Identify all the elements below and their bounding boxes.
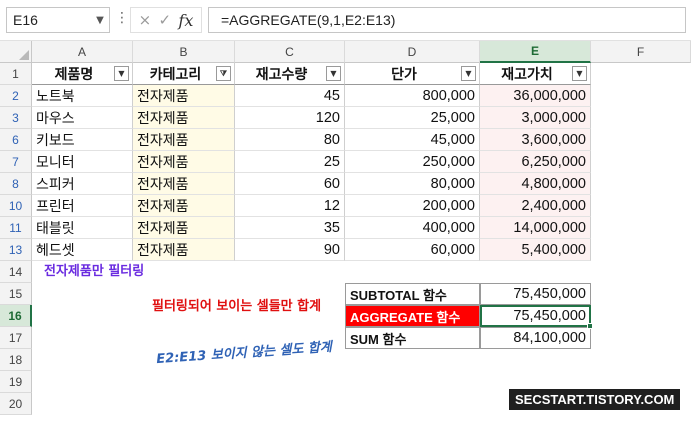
table-cell[interactable]: 90 xyxy=(235,239,345,261)
formula-bar: E16 ▼ ⋮ × ✓ fx =AGGREGATE(9,1,E2:E13) xyxy=(0,0,691,41)
table-cell[interactable]: 35 xyxy=(235,217,345,239)
cancel-icon[interactable]: × xyxy=(139,11,152,29)
table-cell[interactable]: 3,600,000 xyxy=(480,129,591,151)
table-cell[interactable]: 80 xyxy=(235,129,345,151)
table-cell[interactable]: 200,000 xyxy=(345,195,480,217)
table-cell[interactable]: 120 xyxy=(235,107,345,129)
row-header-13[interactable]: 13 xyxy=(0,239,32,261)
row-header-1[interactable]: 1 xyxy=(0,63,32,85)
row-header-20[interactable]: 20 xyxy=(0,393,32,415)
table-cell[interactable]: 노트북 xyxy=(32,85,133,107)
table-cell[interactable]: 전자제품 xyxy=(133,129,235,151)
row-header-14[interactable]: 14 xyxy=(0,261,32,283)
table-cell[interactable]: 2,400,000 xyxy=(480,195,591,217)
row-header-11[interactable]: 11 xyxy=(0,217,32,239)
table-cell[interactable]: 프린터 xyxy=(32,195,133,217)
table-header-cell: 제품명 ▼ xyxy=(32,63,133,85)
row-header-6[interactable]: 6 xyxy=(0,129,32,151)
visible-sum-annotation: 필터링되어 보이는 셀들만 합계 xyxy=(152,299,322,314)
column-header-f[interactable]: F xyxy=(591,41,691,63)
filter-dropdown-icon[interactable]: ▼ xyxy=(572,66,587,81)
name-box[interactable]: E16 ▼ xyxy=(6,7,110,33)
table-cell[interactable]: 전자제품 xyxy=(133,217,235,239)
table-cell[interactable]: 250,000 xyxy=(345,151,480,173)
chevron-down-icon[interactable]: ▼ xyxy=(91,15,109,26)
table-cell[interactable]: 전자제품 xyxy=(133,173,235,195)
column-header-b[interactable]: B xyxy=(133,41,235,63)
table-header-label: 단가 xyxy=(391,66,417,83)
watermark: SECSTART.TISTORY.COM xyxy=(509,389,681,410)
table-header-cell: 카테고리 ⧩ xyxy=(133,63,235,85)
name-box-value: E16 xyxy=(13,12,38,28)
column-header-e[interactable]: E xyxy=(480,41,591,63)
table-cell[interactable]: 25,000 xyxy=(345,107,480,129)
filter-annotation: 전자제품만 필터링 xyxy=(44,264,145,279)
table-cell[interactable]: 전자제품 xyxy=(133,85,235,107)
summary-label-cell[interactable]: AGGREGATE 함수 xyxy=(345,305,480,327)
table-cell[interactable]: 키보드 xyxy=(32,129,133,151)
table-header-cell: 재고수량 ▼ xyxy=(235,63,345,85)
table-cell[interactable]: 3,000,000 xyxy=(480,107,591,129)
row-header-15[interactable]: 15 xyxy=(0,283,32,305)
table-header-label: 재고수량 xyxy=(255,66,308,83)
summary-value-cell[interactable]: 84,100,000 xyxy=(480,327,591,349)
column-header-a[interactable]: A xyxy=(32,41,133,63)
table-cell[interactable]: 전자제품 xyxy=(133,239,235,261)
column-header-c[interactable]: C xyxy=(235,41,345,63)
row-header-18[interactable]: 18 xyxy=(0,349,32,371)
more-options-icon[interactable]: ⋮ xyxy=(115,10,129,26)
row-header-3[interactable]: 3 xyxy=(0,107,32,129)
table-cell[interactable]: 전자제품 xyxy=(133,195,235,217)
hidden-sum-annotation: E2:E13 보이지 않는 셀도 합계 xyxy=(155,339,333,368)
table-cell[interactable]: 14,000,000 xyxy=(480,217,591,239)
table-cell[interactable]: 800,000 xyxy=(345,85,480,107)
table-cell[interactable]: 스피커 xyxy=(32,173,133,195)
table-cell[interactable]: 80,000 xyxy=(345,173,480,195)
table-header-label: 카테고리 xyxy=(149,66,202,83)
selected-cell-e16[interactable]: 75,450,000 xyxy=(480,305,591,327)
filter-dropdown-icon[interactable]: ▼ xyxy=(461,66,476,81)
table-header-label: 제품명 xyxy=(54,66,94,83)
row-header-7[interactable]: 7 xyxy=(0,151,32,173)
insert-function-icon[interactable]: fx xyxy=(178,11,193,30)
table-cell[interactable]: 36,000,000 xyxy=(480,85,591,107)
summary-label-cell[interactable]: SUBTOTAL 함수 xyxy=(345,283,480,305)
table-cell[interactable]: 태블릿 xyxy=(32,217,133,239)
formula-input[interactable]: =AGGREGATE(9,1,E2:E13) xyxy=(208,7,686,33)
row-header-16[interactable]: 16 xyxy=(0,305,32,327)
row-header-2[interactable]: 2 xyxy=(0,85,32,107)
table-cell[interactable]: 45 xyxy=(235,85,345,107)
fill-handle[interactable] xyxy=(587,323,593,329)
table-header-label: 재고가치 xyxy=(501,66,553,83)
row-header-19[interactable]: 19 xyxy=(0,371,32,393)
table-cell[interactable]: 헤드셋 xyxy=(32,239,133,261)
enter-icon[interactable]: ✓ xyxy=(159,11,172,29)
table-header-cell: 재고가치 ▼ xyxy=(480,63,591,85)
filter-dropdown-icon[interactable]: ▼ xyxy=(114,66,129,81)
table-header-cell: 단가 ▼ xyxy=(345,63,480,85)
select-all-corner[interactable] xyxy=(0,41,32,63)
table-cell[interactable]: 마우스 xyxy=(32,107,133,129)
formula-buttons: × ✓ fx xyxy=(130,7,202,33)
table-cell[interactable]: 모니터 xyxy=(32,151,133,173)
table-cell[interactable]: 60 xyxy=(235,173,345,195)
table-cell[interactable]: 전자제품 xyxy=(133,107,235,129)
table-cell[interactable]: 60,000 xyxy=(345,239,480,261)
table-cell[interactable]: 25 xyxy=(235,151,345,173)
table-cell[interactable]: 6,250,000 xyxy=(480,151,591,173)
row-header-8[interactable]: 8 xyxy=(0,173,32,195)
column-header-d[interactable]: D xyxy=(345,41,480,63)
filter-dropdown-icon[interactable]: ▼ xyxy=(326,66,341,81)
summary-label-cell[interactable]: SUM 함수 xyxy=(345,327,480,349)
table-cell[interactable]: 400,000 xyxy=(345,217,480,239)
table-cell[interactable]: 5,400,000 xyxy=(480,239,591,261)
row-header-17[interactable]: 17 xyxy=(0,327,32,349)
table-cell[interactable]: 45,000 xyxy=(345,129,480,151)
table-cell[interactable]: 전자제품 xyxy=(133,151,235,173)
row-header-10[interactable]: 10 xyxy=(0,195,32,217)
table-cell[interactable]: 4,800,000 xyxy=(480,173,591,195)
table-cell[interactable]: 12 xyxy=(235,195,345,217)
summary-value-cell[interactable]: 75,450,000 xyxy=(480,283,591,305)
active-filter-icon[interactable]: ⧩ xyxy=(216,66,231,81)
